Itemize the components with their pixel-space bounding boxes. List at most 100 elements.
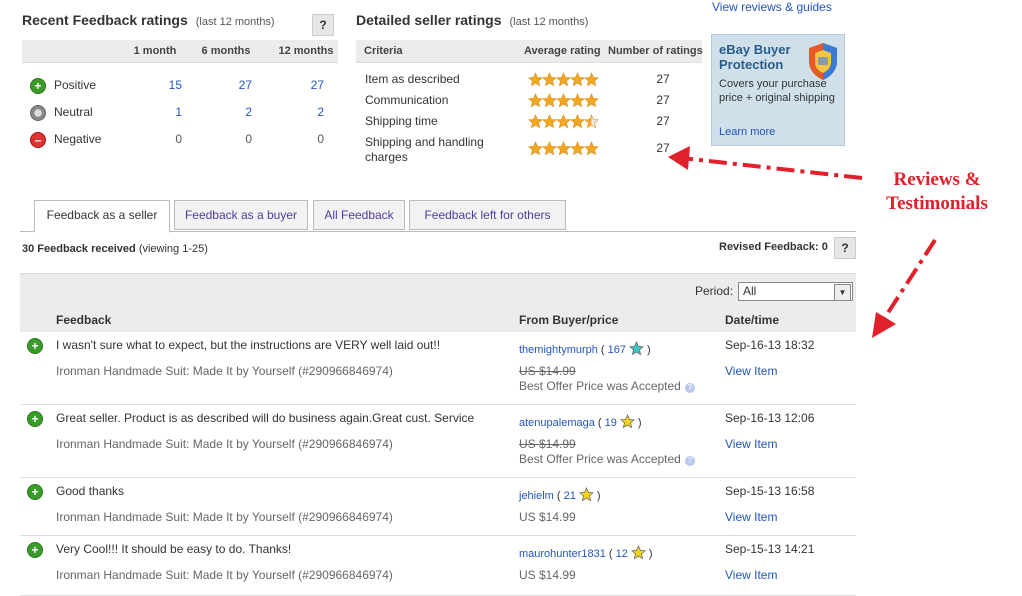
feedback-comment: I wasn't sure what to expect, but the in… [56, 338, 441, 352]
buyer-protection-promo[interactable]: eBay Buyer Protection Covers your purcha… [711, 34, 845, 146]
buyer-username-link[interactable]: themightymurph [519, 344, 598, 356]
feedback-summary: 30 Feedback received (viewing 1-25) [22, 243, 208, 255]
buyer-score-link[interactable]: 167 [608, 344, 626, 356]
recent-ratings-subtitle: (last 12 months) [195, 16, 275, 28]
star-icon [528, 114, 543, 129]
col-header-feedback: Feedback [56, 313, 112, 327]
positive-icon: + [27, 484, 43, 500]
col-header-buyer-price: From Buyer/price [519, 313, 619, 327]
dsr-criteria-label: Communication [365, 93, 449, 107]
best-offer-note: Best Offer Price was Accepted? [519, 452, 695, 466]
rating-label-positive: Positive [54, 78, 97, 92]
rating-negative-2: 0 [317, 132, 324, 146]
dsr-col-average: Average rating [524, 45, 601, 57]
help-icon[interactable]: ? [684, 456, 695, 466]
buyer-username-link[interactable]: maurohunter1831 [519, 548, 606, 560]
star-icon [556, 72, 571, 87]
chevron-down-icon[interactable]: ▼ [834, 284, 851, 301]
tab-feedback-as-seller[interactable]: Feedback as a seller [34, 200, 170, 233]
best-offer-text: Best Offer Price was Accepted [519, 379, 681, 393]
view-reviews-guides-link[interactable]: View reviews & guides [712, 0, 832, 14]
buyer-score-link[interactable]: 21 [564, 490, 576, 502]
feedback-star-icon [628, 340, 645, 356]
paren: ) [637, 417, 642, 429]
feedback-item-title: Ironman Handmade Suit: Made It by Yourse… [56, 364, 393, 378]
star-rating [528, 72, 599, 90]
col-12-months: 12 months [278, 45, 334, 57]
buyer-score-link[interactable]: 12 [616, 548, 628, 560]
view-item-link[interactable]: View Item [725, 510, 777, 524]
dsr-rating-count: 27 [656, 72, 670, 86]
dsr-criteria-label: Shipping and handling charges [365, 135, 484, 164]
star-icon [570, 72, 585, 87]
positive-icon: + [27, 338, 43, 354]
dsr-subtitle: (last 12 months) [509, 16, 589, 28]
feedback-item-title: Ironman Handmade Suit: Made It by Yourse… [56, 510, 393, 524]
buyer-info: themightymurph ( 167) [519, 340, 651, 356]
dsr-rating-count: 27 [656, 93, 670, 107]
recent-ratings-help-button[interactable]: ? [312, 14, 334, 36]
revised-feedback-help-button[interactable]: ? [834, 237, 856, 259]
star-icon [542, 72, 557, 87]
buyer-info: maurohunter1831 ( 12) [519, 544, 653, 560]
dsr-criteria-label: Shipping time [365, 114, 438, 128]
feedback-star-icon [630, 544, 646, 560]
star-rating [528, 93, 599, 111]
star-rating [528, 114, 599, 132]
promo-learn-more-link[interactable]: Learn more [719, 126, 775, 138]
star-icon [528, 72, 543, 87]
promo-title: eBay Buyer Protection [719, 42, 791, 72]
feedback-received-count: 30 Feedback received [22, 243, 136, 255]
shield-icon [809, 43, 837, 80]
star-icon [542, 93, 557, 108]
buyer-info: jehielm ( 21) [519, 486, 601, 502]
star-icon [556, 114, 571, 129]
negative-icon: – [30, 132, 46, 148]
rating-neutral-0[interactable]: 1 [132, 105, 182, 119]
paren: ( [597, 344, 608, 356]
feedback-date: Sep-16-13 12:06 [725, 411, 815, 425]
buyer-username-link[interactable]: atenupalemaga [519, 417, 595, 429]
dsr-criteria-label: Item as described [365, 72, 460, 86]
paren: ( [553, 490, 564, 502]
buyer-score-link[interactable]: 19 [605, 417, 617, 429]
rating-positive-0[interactable]: 15 [132, 78, 182, 92]
col-1-month: 1 month [133, 45, 177, 57]
rating-label-neutral: Neutral [54, 105, 93, 119]
dsr-col-count: Number of ratings [608, 45, 703, 57]
star-icon [584, 141, 599, 156]
star-rating [528, 141, 599, 159]
star-icon [556, 141, 571, 156]
feedback-comment: Good thanks [56, 484, 125, 498]
rating-neutral-2[interactable]: 2 [274, 105, 324, 119]
star-icon [528, 141, 543, 156]
help-icon[interactable]: ? [684, 383, 695, 393]
rating-positive-1[interactable]: 27 [202, 78, 252, 92]
period-selected-value: All [743, 284, 757, 298]
col-6-months: 6 months [201, 45, 251, 57]
star-icon [542, 141, 557, 156]
star-icon [556, 93, 571, 108]
view-item-link[interactable]: View Item [725, 364, 777, 378]
positive-icon: + [30, 78, 46, 94]
tab-all-feedback[interactable]: All Feedback [313, 200, 405, 230]
rating-negative-0: 0 [175, 132, 182, 146]
positive-icon: + [27, 411, 43, 427]
buyer-info: atenupalemaga ( 19) [519, 413, 642, 429]
period-select[interactable]: All ▼ [738, 282, 853, 301]
rating-neutral-1[interactable]: 2 [202, 105, 252, 119]
recent-ratings-heading: Recent Feedback ratings [22, 12, 188, 28]
star-icon [570, 141, 585, 156]
rating-positive-2[interactable]: 27 [274, 78, 324, 92]
view-item-link[interactable]: View Item [725, 437, 777, 451]
feedback-comment: Great seller. Product is as described wi… [56, 411, 475, 425]
tab-feedback-left-for-others[interactable]: Feedback left for others [409, 200, 566, 230]
view-item-link[interactable]: View Item [725, 568, 777, 582]
item-price: US $14.99 [519, 568, 576, 582]
buyer-username-link[interactable]: jehielm [519, 490, 554, 502]
tab-feedback-as-buyer[interactable]: Feedback as a buyer [174, 200, 308, 230]
paren: ) [596, 490, 601, 502]
star-icon [528, 93, 543, 108]
feedback-date: Sep-15-13 16:58 [725, 484, 815, 498]
feedback-viewing-range: (viewing 1-25) [138, 243, 208, 255]
